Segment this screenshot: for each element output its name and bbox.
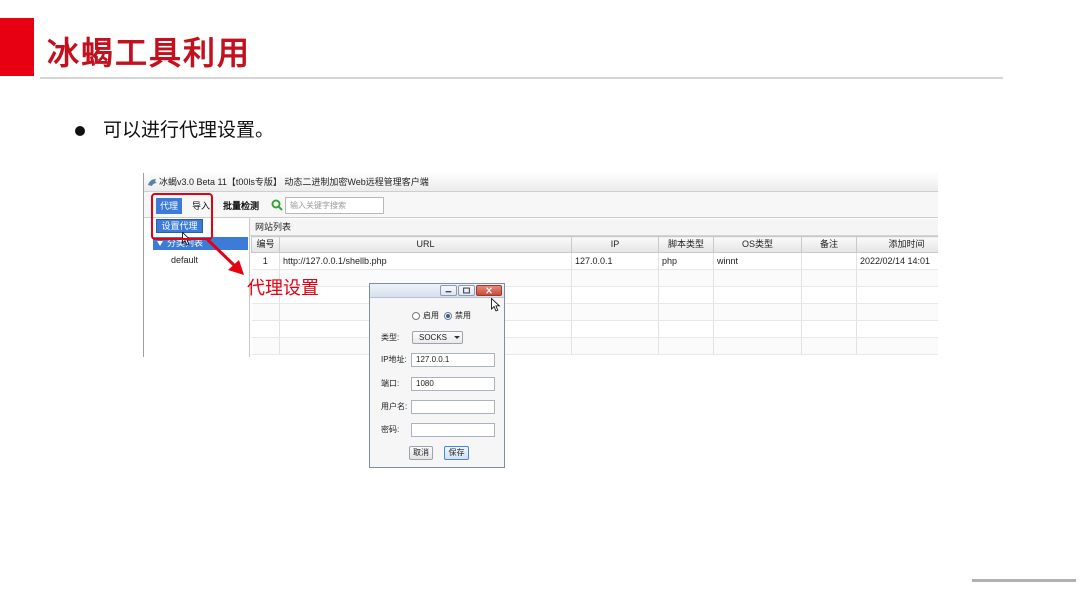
ip-address-field[interactable]: 127.0.0.1 <box>411 353 495 367</box>
username-label: 用户名: <box>381 402 408 411</box>
bullet-dot-icon <box>75 126 85 136</box>
list-title-bar: 网站列表 <box>250 219 938 236</box>
cancel-button[interactable]: 取消 <box>409 446 433 460</box>
behinder-app-window: 冰蝎v3.0 Beta 11【t00ls专版】 动态二进制加密Web远程管理客户… <box>143 173 938 357</box>
slide-title: 冰蝎工具利用 <box>47 34 252 72</box>
mouse-cursor-icon <box>491 298 501 312</box>
column-header-note[interactable]: 备注 <box>801 236 857 253</box>
save-button[interactable]: 保存 <box>444 446 469 460</box>
radio-disable-label[interactable]: 禁用 <box>455 311 471 321</box>
radio-enable[interactable] <box>412 312 420 320</box>
cell-script-type: php <box>658 252 714 270</box>
table-row-empty[interactable] <box>251 269 938 287</box>
website-table: 编号 URL IP 脚本类型 OS类型 备注 添加时间 1 http://127… <box>251 236 938 355</box>
maximize-button[interactable] <box>458 285 475 296</box>
table-header-row: 编号 URL IP 脚本类型 OS类型 备注 添加时间 <box>251 236 938 253</box>
radio-enable-label[interactable]: 启用 <box>423 311 439 321</box>
cell-ip: 127.0.0.1 <box>571 252 659 270</box>
column-header-id[interactable]: 编号 <box>251 236 280 253</box>
annotation-label: 代理设置 <box>247 278 319 298</box>
cell-id: 1 <box>251 252 280 270</box>
app-window-title: 冰蝎v3.0 Beta 11【t00ls专版】 动态二进制加密Web远程管理客户… <box>159 177 429 187</box>
behinder-app-icon <box>148 179 157 186</box>
cell-os-type: winnt <box>713 252 802 270</box>
username-field[interactable] <box>411 400 495 414</box>
cell-url: http://127.0.0.1/shellb.php <box>279 252 572 270</box>
column-header-url[interactable]: URL <box>279 236 572 253</box>
proxy-settings-dialog: 启用 禁用 类型: SOCKS IP地址: 127.0.0.1 端口: 1080… <box>369 283 505 468</box>
app-toolbar: 代理 导入 批量检测 输入关键字搜索 <box>144 192 938 218</box>
list-title: 网站列表 <box>255 222 292 232</box>
maximize-icon <box>463 287 470 294</box>
column-header-os-type[interactable]: OS类型 <box>713 236 802 253</box>
red-arrow-icon <box>206 238 244 275</box>
table-row-empty[interactable] <box>251 286 938 304</box>
proxy-type-select[interactable]: SOCKS <box>412 331 463 344</box>
footer-divider <box>972 579 1076 582</box>
password-field[interactable] <box>411 423 495 437</box>
table-row-empty[interactable] <box>251 303 938 321</box>
close-button[interactable] <box>476 285 502 296</box>
dialog-titlebar <box>370 284 504 298</box>
port-field[interactable]: 1080 <box>411 377 495 391</box>
table-row[interactable]: 1 http://127.0.0.1/shellb.php 127.0.0.1 … <box>251 252 938 270</box>
cell-note <box>801 252 857 270</box>
column-header-ip[interactable]: IP <box>571 236 659 253</box>
cell-added-time: 2022/02/14 14:01 <box>856 252 938 270</box>
bullet-text: 可以进行代理设置。 <box>103 120 275 141</box>
chevron-down-icon[interactable] <box>157 241 163 246</box>
search-input[interactable]: 输入关键字搜索 <box>285 197 384 214</box>
menu-batch-check[interactable]: 批量检测 <box>220 198 262 214</box>
title-accent-bar <box>0 18 34 76</box>
annotation-highlight-box <box>151 193 213 240</box>
title-divider <box>40 77 1003 79</box>
ip-label: IP地址: <box>381 355 407 364</box>
type-label: 类型: <box>381 333 400 342</box>
port-label: 端口: <box>381 379 400 388</box>
password-label: 密码: <box>381 425 400 434</box>
app-titlebar: 冰蝎v3.0 Beta 11【t00ls专版】 动态二进制加密Web远程管理客户… <box>144 173 938 192</box>
dropdown-arrow-icon <box>454 336 460 339</box>
minimize-button[interactable] <box>440 285 457 296</box>
website-list-panel: 网站列表 编号 URL IP 脚本类型 OS类型 备注 添加时间 1 http:… <box>250 218 938 357</box>
minimize-icon <box>445 291 452 293</box>
search-icon[interactable] <box>271 199 283 211</box>
column-header-added-time[interactable]: 添加时间 <box>856 236 938 253</box>
tree-item-default[interactable]: default <box>171 255 198 266</box>
close-icon <box>486 287 492 294</box>
radio-disable[interactable] <box>444 312 452 320</box>
proxy-type-value: SOCKS <box>419 333 448 342</box>
column-header-script-type[interactable]: 脚本类型 <box>658 236 714 253</box>
table-row-empty[interactable] <box>251 337 938 355</box>
table-row-empty[interactable] <box>251 320 938 338</box>
